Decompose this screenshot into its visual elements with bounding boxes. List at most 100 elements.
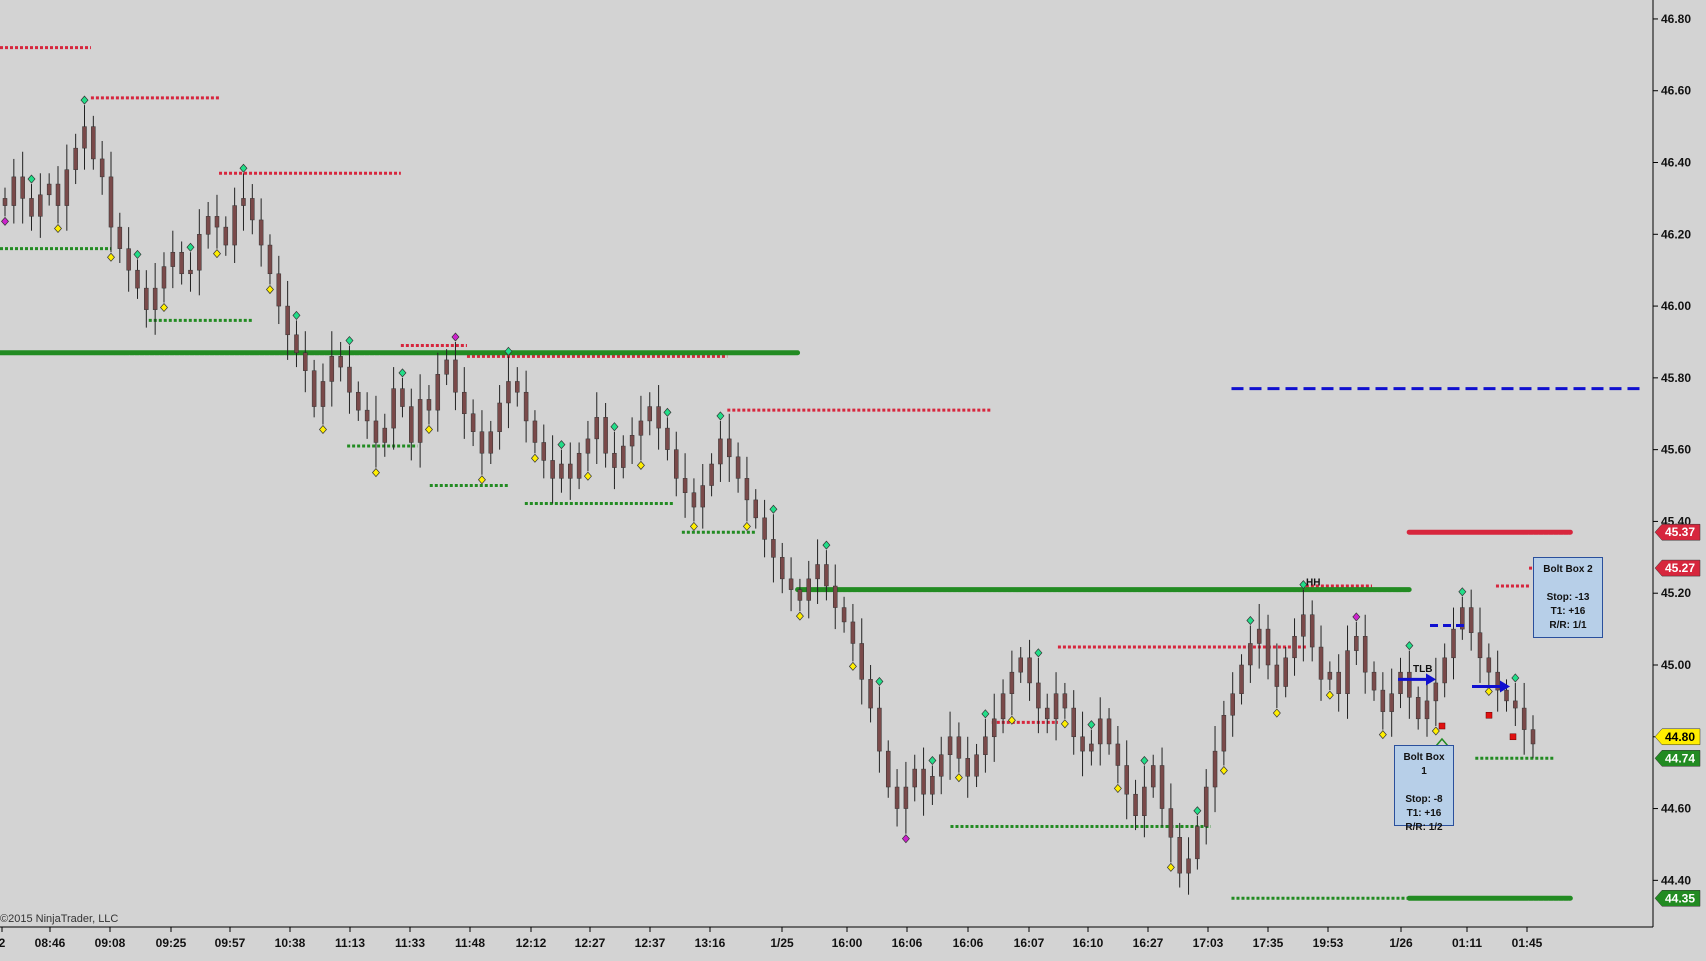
candle-body: [1424, 700, 1430, 720]
x-tick-label: 12:27: [575, 936, 606, 950]
signal-dot: [1325, 690, 1334, 700]
candle-body: [205, 216, 211, 235]
candle-body: [161, 266, 167, 289]
candle-body: [1486, 657, 1492, 673]
price-marker: 44.80: [1654, 728, 1701, 746]
candle-body: [1044, 707, 1050, 720]
candle-body: [903, 786, 909, 809]
candle-body: [744, 478, 750, 501]
candle-body: [320, 381, 326, 407]
candle-body: [126, 248, 131, 271]
candle-body: [718, 438, 723, 465]
candle-body: [1150, 765, 1156, 788]
signal-dot: [1140, 755, 1149, 766]
x-tick-label: 1/26: [1389, 936, 1413, 950]
candle-body: [665, 427, 670, 450]
bolt-box-title: Bolt Box 2: [1543, 564, 1593, 575]
candle-body: [108, 176, 114, 228]
candle-body: [656, 406, 661, 429]
candle-body: [400, 388, 405, 407]
candle-body: [38, 194, 43, 217]
candle-body: [453, 359, 458, 393]
signal-dot: [689, 521, 698, 531]
y-tick-label: 45.00: [1661, 658, 1691, 672]
candle-body: [267, 244, 273, 275]
candle-body: [727, 438, 732, 458]
candle-body: [1009, 671, 1015, 694]
candle-body: [1389, 693, 1394, 712]
signal-dot: [610, 422, 619, 432]
signal-dot: [54, 223, 62, 234]
candle-body: [682, 478, 688, 493]
signal-dot: [1246, 615, 1255, 626]
x-tick-label: 11:48: [455, 936, 485, 950]
candle-body: [417, 399, 423, 443]
y-tick-label: 46.20: [1661, 227, 1691, 241]
candle-body: [73, 147, 78, 170]
candle-body: [700, 485, 706, 508]
signal-dot: [107, 252, 115, 262]
signal-dot: [1484, 686, 1493, 697]
candle-body: [20, 176, 25, 199]
candle-body: [1318, 646, 1324, 680]
candle-body: [1212, 750, 1218, 788]
candle-body: [576, 452, 582, 479]
candle-body: [859, 643, 864, 680]
candle-body: [894, 786, 900, 809]
x-tick-label: 11:13: [335, 936, 365, 950]
candle-body: [188, 269, 193, 275]
x-tick-label: 01:11: [1452, 936, 1482, 950]
candle-body: [1097, 718, 1103, 745]
candle-body: [144, 287, 149, 310]
signal-dot: [1272, 708, 1281, 718]
price-marker-label: 45.37: [1665, 525, 1695, 539]
candle-body: [329, 356, 335, 382]
candle-body: [638, 420, 644, 436]
candle-body: [1354, 636, 1359, 651]
signal-dot: [345, 336, 354, 346]
candle-body: [382, 427, 388, 443]
candle-body: [1256, 628, 1262, 644]
price-marker: 44.74: [1654, 750, 1701, 767]
hh-label: HH: [1306, 578, 1320, 589]
signal-dot: [636, 460, 645, 470]
stop-marker: [1485, 711, 1493, 719]
candle-body: [99, 158, 105, 178]
candle-body: [629, 435, 635, 447]
x-tick-label: 13:16: [695, 936, 726, 950]
y-tick-label: 45.60: [1661, 443, 1691, 457]
candle-body: [612, 452, 617, 468]
x-tick-label: 16:10: [1073, 936, 1104, 950]
x-tick-label: 09:57: [215, 936, 246, 950]
candle-body: [338, 356, 343, 368]
candle-body: [594, 417, 600, 440]
candle-body: [1221, 714, 1227, 752]
signal-dot: [822, 540, 831, 550]
candle-body: [241, 198, 246, 206]
signal-dot: [954, 773, 963, 783]
x-tick-label: 09:08: [95, 936, 126, 950]
candle-body: [1106, 718, 1112, 745]
candle-body: [1292, 636, 1297, 659]
candle-body: [294, 334, 299, 353]
candle-body: [232, 205, 237, 246]
signal-dot: [1352, 612, 1361, 622]
signal-dot: [1511, 673, 1520, 683]
price-marker: 45.37: [1654, 523, 1701, 541]
candle-body: [55, 183, 61, 206]
signal-dot: [1405, 641, 1414, 651]
candle-body: [541, 442, 547, 461]
price-marker-label: 44.35: [1665, 891, 1695, 905]
x-tick-label: 01:45: [1512, 936, 1543, 950]
candle-body: [674, 449, 679, 479]
candle-body: [850, 621, 856, 644]
candle-body: [779, 557, 785, 580]
bolt-box-1: Bolt Box 1 Stop: -8 T1: +16 R/R: 1/2: [1394, 745, 1454, 833]
candle-body: [1115, 743, 1121, 766]
candle-body: [1530, 729, 1536, 745]
candle-body: [515, 381, 520, 393]
y-tick-label: 46.60: [1661, 84, 1691, 98]
candle-body: [1239, 664, 1244, 694]
signal-dot: [1034, 648, 1043, 658]
candle-body: [488, 431, 494, 454]
